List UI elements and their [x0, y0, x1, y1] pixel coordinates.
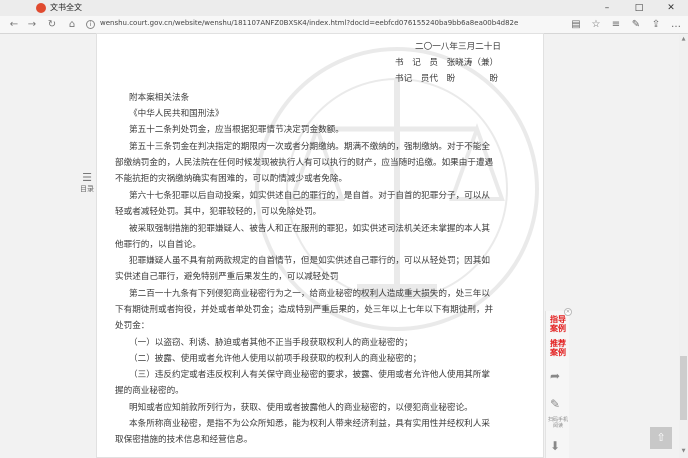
- doc-clerk-2: 书记 员代 盼 盼: [395, 74, 499, 84]
- doc-line: 取保密措施的技术信息和经营信息。: [115, 435, 253, 445]
- doc-line: 不能抗拒的灾祸缴纳确实有困难的，可以酌情减少或者免除。: [115, 174, 348, 184]
- arrow-up-icon: ⇧: [656, 431, 666, 444]
- guiding-case-link[interactable]: 指导案例: [549, 315, 567, 333]
- navigation-bar: ← → ↻ ⌂ i wenshu.court.gov.cn/website/we…: [0, 16, 688, 34]
- download-icon[interactable]: ⬇: [550, 439, 560, 453]
- doc-date: 二〇一八年三月二十日: [415, 42, 501, 52]
- back-icon[interactable]: ←: [6, 17, 22, 33]
- doc-line: 犯罪嫌疑人虽不具有前两款规定的自首情节，但是如实供述自己罪行的，可以从轻处罚；因…: [129, 256, 490, 266]
- minimize-icon[interactable]: –: [596, 1, 618, 15]
- list-icon[interactable]: ☰: [80, 171, 94, 184]
- back-to-top-button[interactable]: ⇧: [650, 427, 672, 449]
- doc-line: （一）以盗窃、利诱、胁迫或者其他不正当手段获取权利人的商业秘密的；: [129, 338, 413, 348]
- doc-line: 轻或者减轻处罚。其中，犯罪较轻的，可以免除处罚。: [115, 207, 322, 217]
- share-browser-icon[interactable]: ⇪: [648, 17, 664, 33]
- scrollbar-thumb[interactable]: [680, 356, 687, 420]
- doc-line: 下有期徒刑或者拘役，并处或者单处罚金；造成特别严重后果的，处三年以上七年以下有期…: [115, 305, 494, 315]
- refresh-icon[interactable]: ↻: [44, 17, 60, 33]
- doc-line: 握的商业秘密的。: [115, 386, 184, 396]
- tab-title[interactable]: 文书全文: [50, 2, 82, 13]
- doc-line: 被采取强制措施的犯罪嫌疑人、被告人和正在服刑的罪犯，如实供述司法机关还未掌握的本…: [129, 224, 490, 234]
- doc-line: （二）披露、使用或者允许他人使用以前项手段获取的权利人的商业秘密的；: [129, 354, 422, 364]
- doc-line: 处罚金：: [115, 321, 150, 331]
- info-icon[interactable]: i: [86, 20, 95, 29]
- notes-icon[interactable]: ✎: [628, 17, 644, 33]
- doc-line: 第五十三条罚金在判决指定的期限内一次或者分期缴纳。期满不缴纳的，强制缴纳。对于不…: [129, 142, 490, 152]
- reading-view-icon[interactable]: ▤: [568, 17, 584, 33]
- vertical-scrollbar[interactable]: ▲ ▼: [679, 35, 688, 458]
- share-icon[interactable]: ➦: [550, 369, 560, 383]
- doc-line: 他罪行的，以自首论。: [115, 240, 201, 250]
- doc-line: 部缴纳罚金的，人民法院在任何时候发现被执行人有可以执行的财产，应当随时追缴。如果…: [115, 158, 494, 168]
- title-bar: 文书全文 – □ ✕: [0, 0, 688, 16]
- table-of-contents[interactable]: ☰ 目录: [80, 171, 94, 194]
- doc-line: 第六十七条犯罪以后自动投案，如实供述自己的罪行的，是自首。对于自首的犯罪分子，可…: [129, 191, 490, 201]
- toc-label[interactable]: 目录: [80, 184, 94, 194]
- address-bar[interactable]: i wenshu.court.gov.cn/website/wenshu/181…: [86, 18, 556, 32]
- doc-clerk-1: 书 记 员 张晓涛（兼）: [395, 58, 499, 68]
- side-panel: ✕ 指导案例 推荐案例 ➦ ✎ 扫码手机阅读 ⬇: [545, 308, 572, 458]
- forward-icon[interactable]: →: [24, 17, 40, 33]
- favorite-star-icon[interactable]: ☆: [588, 17, 604, 33]
- doc-line: 第五十二条判处罚金，应当根据犯罪情节决定罚金数额。: [129, 125, 344, 135]
- doc-line: 实供述自己罪行，避免特别严重后果发生的，可以减轻处罚: [115, 272, 339, 282]
- favorites-hub-icon[interactable]: ≡: [608, 17, 624, 33]
- page-viewport: ☰ 目录 二〇一八年三月二十日 书 记 员 张晓涛（兼） 书记 员代 盼 盼 附…: [0, 33, 688, 458]
- doc-line: 明知或者应知前款所列行为，获取、使用或者披露他人的商业秘密的，以侵犯商业秘密论。: [129, 403, 473, 413]
- close-window-icon[interactable]: ✕: [660, 1, 682, 15]
- address-text[interactable]: wenshu.court.gov.cn/website/wenshu/18110…: [100, 19, 518, 27]
- home-icon[interactable]: ⌂: [64, 17, 80, 33]
- scroll-up-icon[interactable]: ▲: [680, 36, 687, 45]
- doc-line: （三）违反约定或者违反权利人有关保守商业秘密的要求，披露、使用或者允许他人使用其…: [129, 370, 490, 380]
- edit-icon[interactable]: ✎: [550, 397, 560, 411]
- doc-line: 第二百一十九条有下列侵犯商业秘密行为之一，给商业秘密的权利人造成重大损失的，处三…: [129, 289, 490, 299]
- scroll-down-icon[interactable]: ▼: [680, 448, 687, 457]
- doc-line: 本条所称商业秘密，是指不为公众所知悉，能为权利人带来经济利益，具有实用性并经权利…: [129, 419, 490, 429]
- maximize-icon[interactable]: □: [628, 1, 650, 15]
- document-paper: 二〇一八年三月二十日 书 记 员 张晓涛（兼） 书记 员代 盼 盼 附本案相关法…: [96, 33, 544, 458]
- doc-heading: 附本案相关法条: [129, 93, 190, 103]
- recommended-case-link[interactable]: 推荐案例: [549, 339, 567, 357]
- doc-law-name: 《中华人民共和国刑法》: [129, 109, 224, 119]
- more-icon[interactable]: …: [668, 17, 684, 33]
- window-controls: – □ ✕: [596, 1, 682, 15]
- judgment-document: 二〇一八年三月二十日 书 记 员 张晓涛（兼） 书记 员代 盼 盼 附本案相关法…: [97, 34, 543, 457]
- qr-read-label[interactable]: 扫码手机阅读: [547, 417, 569, 429]
- favicon-icon: [36, 3, 46, 13]
